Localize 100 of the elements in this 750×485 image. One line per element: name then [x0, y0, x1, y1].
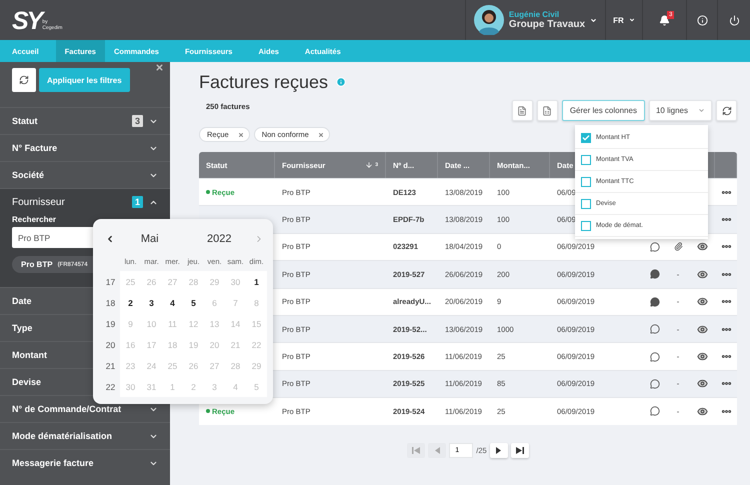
filter-label[interactable]: N° Facture	[12, 143, 58, 153]
comment-icon[interactable]	[650, 269, 660, 280]
comment-icon[interactable]	[650, 242, 660, 252]
checkbox[interactable]	[581, 154, 591, 164]
filter-label[interactable]: Statut	[12, 116, 38, 126]
checkbox[interactable]	[581, 132, 591, 142]
caret-icon[interactable]	[590, 16, 598, 24]
sort-icon[interactable]	[365, 161, 374, 169]
filter-label[interactable]: Date	[12, 296, 32, 306]
calendar-day: 29	[246, 355, 267, 376]
calendar-day: 31	[141, 376, 162, 397]
comment-icon[interactable]	[650, 296, 660, 307]
calendar-day: 11	[162, 313, 183, 334]
view-icon[interactable]	[696, 296, 708, 308]
checkbox[interactable]	[581, 198, 591, 208]
calendar-day: 20	[204, 334, 225, 355]
calendar-day: 18	[162, 334, 183, 355]
avatar	[474, 5, 504, 35]
week-number: 18	[104, 296, 116, 310]
filter-label[interactable]: Fournisseur	[12, 196, 65, 208]
notification-icon[interactable]	[659, 14, 670, 26]
filter-label[interactable]: Type	[12, 323, 32, 333]
filter-label[interactable]: Devise	[12, 377, 42, 387]
calendar-day: 12	[183, 313, 204, 334]
filter-label[interactable]: Montant	[12, 350, 47, 360]
calendar-day: 1	[162, 376, 183, 397]
filter-count-badge: 3	[132, 115, 143, 127]
user-group: Groupe Travaux	[508, 19, 586, 30]
calendar-day: 16	[120, 334, 141, 355]
remove-icon[interactable]	[238, 132, 244, 138]
remove-icon[interactable]	[318, 132, 324, 138]
calendar-day: 27	[162, 271, 183, 292]
calendar-day[interactable]: 1	[246, 271, 267, 292]
week-number: 19	[104, 318, 116, 330]
view-icon[interactable]	[696, 378, 708, 390]
excel-export-button[interactable]	[536, 100, 558, 121]
comment-icon[interactable]	[650, 406, 660, 416]
calendar-day: 21	[225, 334, 246, 355]
document-icon	[517, 106, 528, 116]
calendar-day: 3	[204, 376, 225, 397]
calendar-day: 26	[141, 271, 162, 292]
comment-icon[interactable]	[650, 352, 660, 362]
caret-icon[interactable]	[628, 17, 635, 23]
week-number: 17	[104, 276, 116, 288]
calendar-day: 15	[246, 313, 267, 334]
calendar-day[interactable]: 2	[120, 292, 141, 313]
calendar-day: 27	[204, 355, 225, 376]
view-icon[interactable]	[696, 268, 708, 280]
refresh-button[interactable]	[716, 100, 737, 121]
calendar-day: 2	[183, 376, 204, 397]
checkbox[interactable]	[581, 220, 591, 230]
calendar-day[interactable]: 5	[183, 292, 204, 313]
calendar-day: 19	[183, 334, 204, 355]
last-page-icon	[516, 446, 524, 454]
attachment-icon[interactable]	[674, 242, 682, 252]
pdf-export-button[interactable]	[512, 100, 533, 121]
close-icon[interactable]	[155, 63, 164, 72]
calendar-day: 25	[162, 355, 183, 376]
next-page-button[interactable]	[490, 442, 508, 458]
caret-icon	[698, 107, 705, 114]
calendar-day: 25	[120, 271, 141, 292]
manage-columns-button[interactable]: Gérer les colonnes	[562, 100, 645, 121]
week-number: 20	[104, 338, 116, 352]
info-icon[interactable]	[696, 14, 708, 26]
next-icon	[496, 446, 502, 454]
view-icon[interactable]	[696, 241, 708, 252]
language-selector[interactable]: FR	[613, 16, 624, 24]
view-icon[interactable]	[696, 324, 708, 335]
week-number: 22	[104, 380, 116, 394]
power-icon[interactable]	[728, 14, 740, 26]
calendar-day: 30	[120, 376, 141, 397]
first-page-icon	[412, 446, 420, 454]
filter-label[interactable]: Mode dématérialisation	[12, 431, 112, 441]
calendar-day: 7	[225, 292, 246, 313]
week-number: 21	[104, 360, 116, 372]
previous-month-icon[interactable]	[105, 234, 115, 244]
calendar-day: 6	[204, 292, 225, 313]
calendar-day: 26	[183, 355, 204, 376]
calendar-day: 10	[141, 313, 162, 334]
logo-text: SY	[12, 8, 42, 34]
filter-label[interactable]: Messagerie facture	[12, 458, 94, 468]
checkbox[interactable]	[581, 176, 591, 186]
rows-select[interactable]: 10 lignes	[648, 100, 712, 121]
calendar-day: 30	[225, 271, 246, 292]
search-label: Rechercher	[12, 215, 58, 224]
refresh-button[interactable]	[12, 68, 36, 92]
calendar-day: 24	[141, 355, 162, 376]
last-page-button[interactable]	[510, 442, 529, 458]
calendar-day: 13	[204, 313, 225, 334]
calendar-day: 17	[141, 334, 162, 355]
view-icon[interactable]	[696, 351, 708, 362]
filter-label[interactable]: N° de Commande/Contrat	[12, 404, 122, 414]
calendar-day[interactable]: 4	[162, 292, 183, 313]
calendar-day: 5	[246, 376, 267, 397]
filter-label[interactable]: Société	[12, 170, 44, 180]
comment-icon[interactable]	[650, 324, 660, 334]
comment-icon[interactable]	[650, 378, 660, 389]
view-icon[interactable]	[696, 406, 708, 417]
year-label[interactable]: 2022	[184, 233, 254, 245]
calendar-day[interactable]: 3	[141, 292, 162, 313]
